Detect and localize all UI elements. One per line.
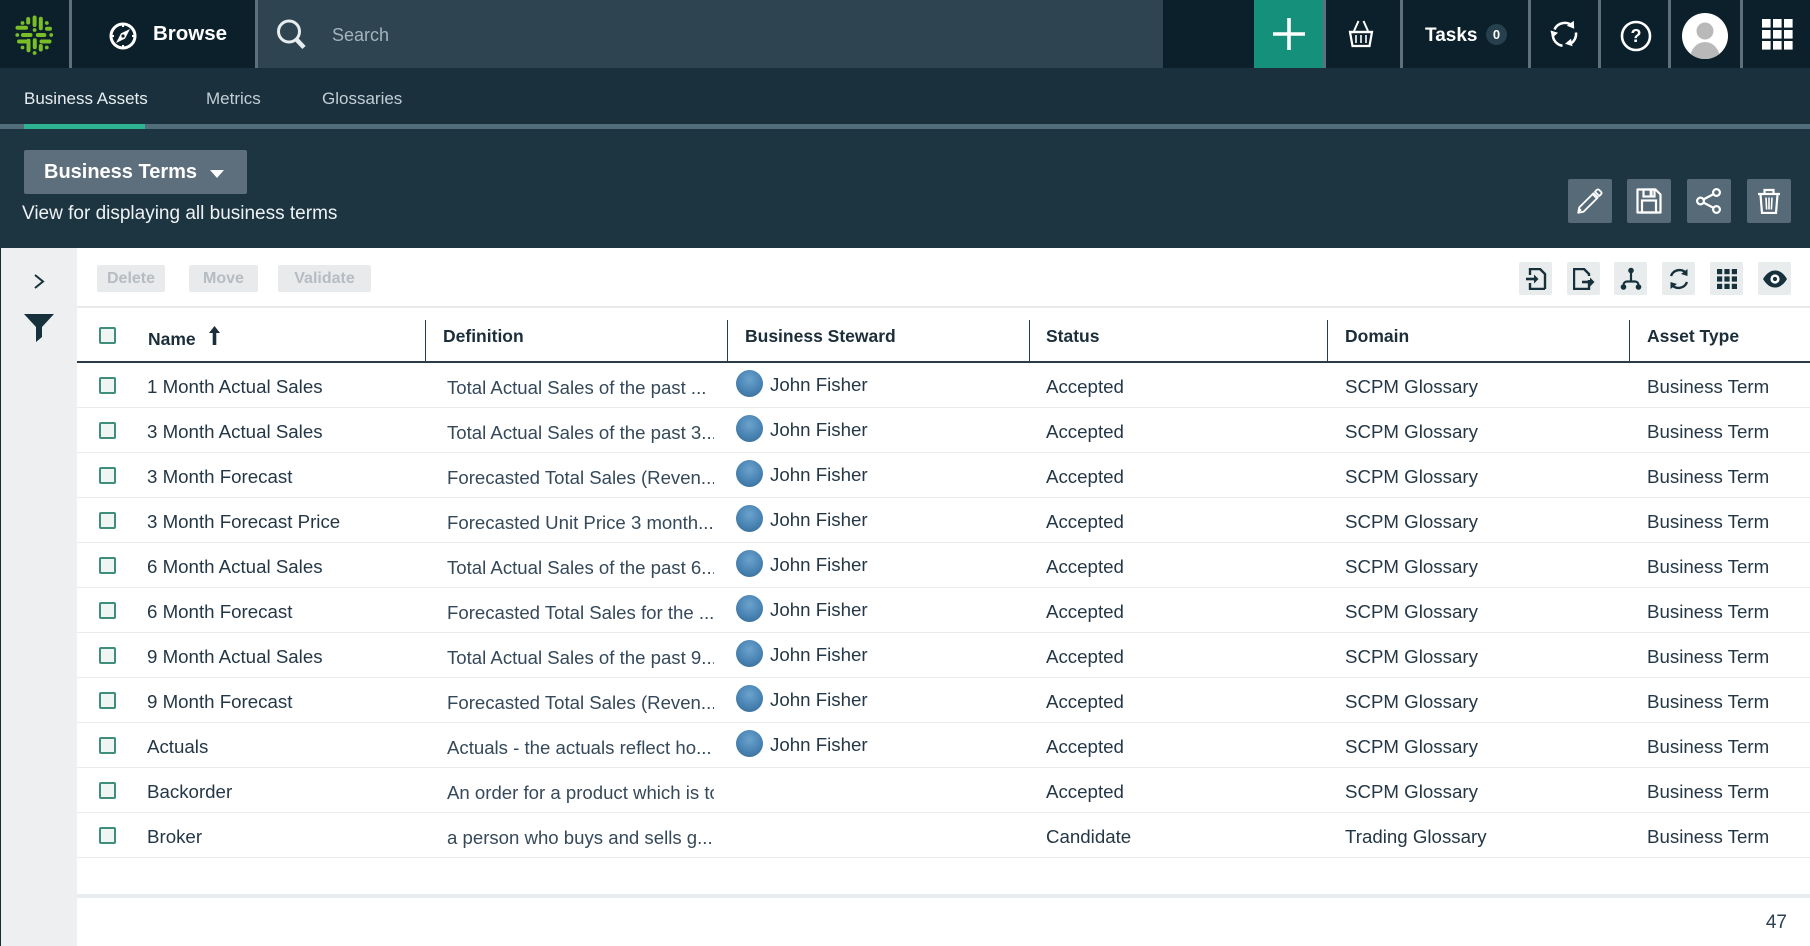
svg-text:?: ? [1631, 26, 1642, 46]
